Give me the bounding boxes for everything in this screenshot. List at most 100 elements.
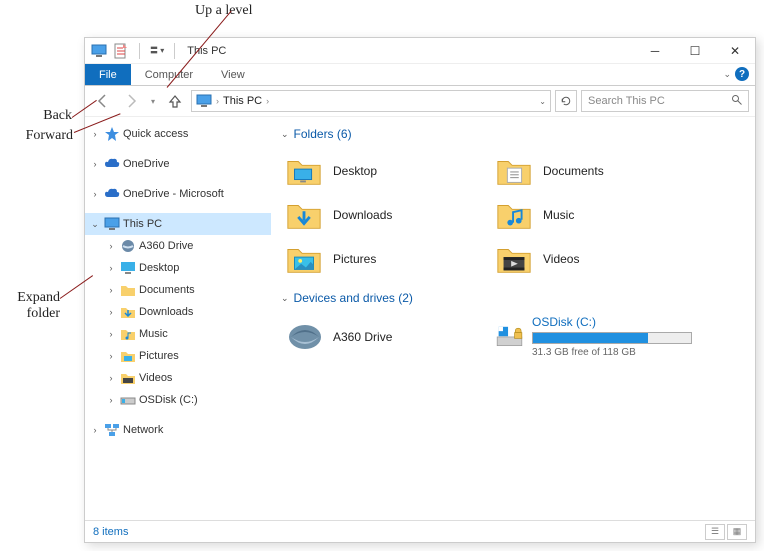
- chevron-right-icon[interactable]: ›: [105, 351, 117, 361]
- separator: [139, 43, 140, 59]
- folder-tile-documents[interactable]: Documents: [491, 149, 701, 193]
- navigation-pane: › Quick access › OneDrive › OneDrive - M…: [85, 117, 271, 520]
- chevron-right-icon[interactable]: ›: [89, 159, 101, 169]
- tile-label: Videos: [543, 252, 579, 266]
- group-header-folders[interactable]: ⌄ Folders (6): [281, 127, 745, 141]
- tile-label: Downloads: [333, 208, 392, 222]
- a360-icon: [120, 238, 136, 254]
- recent-dropdown-icon[interactable]: ▾: [147, 89, 159, 113]
- sidebar-item-a360[interactable]: › A360 Drive: [85, 235, 271, 257]
- file-explorer-window: 〓 ▾ This PC ─ ☐ ✕ File Computer View ⌄ ?…: [84, 37, 756, 543]
- chevron-right-icon[interactable]: ›: [105, 263, 117, 273]
- drive-name: OSDisk (C:): [532, 315, 692, 329]
- tree-label: Downloads: [139, 306, 193, 318]
- callout-forward: Forward: [5, 128, 73, 144]
- group-title: Folders (6): [294, 127, 352, 141]
- desktop-icon: [120, 260, 136, 276]
- sidebar-item-desktop[interactable]: › Desktop: [85, 257, 271, 279]
- search-icon: [731, 94, 743, 109]
- chevron-right-icon[interactable]: ›: [105, 241, 117, 251]
- thispc-icon: [196, 93, 212, 109]
- tab-file[interactable]: File: [85, 64, 131, 85]
- tile-label: A360 Drive: [333, 330, 392, 344]
- ribbon-tabs: File Computer View ⌄ ?: [85, 64, 755, 86]
- sidebar-item-documents[interactable]: › Documents: [85, 279, 271, 301]
- tree-label: OneDrive: [123, 158, 169, 170]
- properties-icon[interactable]: [113, 43, 129, 59]
- star-icon: [104, 126, 120, 142]
- chevron-right-icon[interactable]: ›: [89, 189, 101, 199]
- sidebar-item-quick-access[interactable]: › Quick access: [85, 123, 271, 145]
- tree-label: Music: [139, 328, 168, 340]
- chevron-down-icon[interactable]: ⌄: [89, 219, 101, 230]
- chevron-right-icon[interactable]: ›: [266, 96, 269, 106]
- view-details-button[interactable]: ☰: [705, 524, 725, 540]
- chevron-right-icon[interactable]: ›: [105, 395, 117, 405]
- a360-drive-icon: [285, 317, 325, 357]
- sidebar-item-this-pc[interactable]: ⌄ This PC: [85, 213, 271, 235]
- chevron-right-icon[interactable]: ›: [89, 129, 101, 139]
- address-bar[interactable]: › This PC › ⌄: [191, 90, 551, 112]
- sidebar-item-videos[interactable]: › Videos: [85, 367, 271, 389]
- chevron-right-icon[interactable]: ›: [105, 329, 117, 339]
- sidebar-item-osdisk[interactable]: › OSDisk (C:): [85, 389, 271, 411]
- folder-tile-music[interactable]: Music: [491, 193, 701, 237]
- cloud-icon: [104, 186, 120, 202]
- drive-usage-fill: [533, 333, 648, 343]
- sidebar-item-pictures[interactable]: › Pictures: [85, 345, 271, 367]
- minimize-button[interactable]: ─: [635, 38, 675, 63]
- folder-tile-downloads[interactable]: Downloads: [281, 193, 491, 237]
- sidebar-item-onedrive[interactable]: › OneDrive: [85, 153, 271, 175]
- search-placeholder: Search This PC: [588, 95, 665, 107]
- address-history-icon[interactable]: ⌄: [539, 97, 546, 106]
- chevron-down-icon: ⌄: [281, 129, 289, 140]
- chevron-right-icon[interactable]: ›: [105, 285, 117, 295]
- maximize-button[interactable]: ☐: [675, 38, 715, 63]
- folder-tile-pictures[interactable]: Pictures: [281, 237, 491, 281]
- view-tiles-button[interactable]: ▦: [727, 524, 747, 540]
- item-count: 8 items: [93, 526, 128, 538]
- chevron-right-icon[interactable]: ›: [105, 373, 117, 383]
- tab-view[interactable]: View: [207, 64, 259, 85]
- sidebar-item-onedrive-ms[interactable]: › OneDrive - Microsoft: [85, 183, 271, 205]
- downloads-icon: [120, 304, 136, 320]
- chevron-right-icon[interactable]: ›: [89, 425, 101, 435]
- network-icon: [104, 422, 120, 438]
- window-title: This PC: [185, 45, 226, 57]
- drive-tile-a360[interactable]: A360 Drive: [281, 313, 491, 360]
- videos-icon: [120, 370, 136, 386]
- search-input[interactable]: Search This PC: [581, 90, 749, 112]
- drive-usage-bar: [532, 332, 692, 344]
- group-header-devices[interactable]: ⌄ Devices and drives (2): [281, 291, 745, 305]
- status-bar: 8 items ☰ ▦: [85, 520, 755, 542]
- forward-button[interactable]: [119, 89, 143, 113]
- tree-label: Desktop: [139, 262, 179, 274]
- drive-icon: [120, 392, 136, 408]
- tree-label: OneDrive - Microsoft: [123, 188, 224, 200]
- tile-label: Music: [543, 208, 574, 222]
- group-title: Devices and drives (2): [294, 291, 413, 305]
- ribbon-expand-icon[interactable]: ⌄: [723, 69, 731, 80]
- help-icon[interactable]: ?: [735, 67, 749, 81]
- sidebar-item-network[interactable]: › Network: [85, 419, 271, 441]
- tree-label: Quick access: [123, 128, 188, 140]
- qat-dropdown-icon[interactable]: 〓 ▾: [150, 45, 164, 56]
- refresh-button[interactable]: [555, 90, 577, 112]
- callout-up-level: Up a level: [195, 3, 253, 19]
- sidebar-item-downloads[interactable]: › Downloads: [85, 301, 271, 323]
- up-button[interactable]: [163, 89, 187, 113]
- close-button[interactable]: ✕: [715, 38, 755, 63]
- folder-tile-videos[interactable]: Videos: [491, 237, 701, 281]
- tab-computer[interactable]: Computer: [131, 64, 207, 85]
- drive-tile-osdisk[interactable]: OSDisk (C:) 31.3 GB free of 118 GB: [491, 313, 696, 360]
- breadcrumb-segment[interactable]: This PC: [223, 95, 262, 107]
- tile-label: Documents: [543, 164, 604, 178]
- chevron-right-icon: ›: [216, 96, 219, 106]
- folder-tile-desktop[interactable]: Desktop: [281, 149, 491, 193]
- downloads-folder-icon: [285, 196, 323, 234]
- music-folder-icon: [495, 196, 533, 234]
- tree-label: Network: [123, 424, 163, 436]
- sidebar-item-music[interactable]: › Music: [85, 323, 271, 345]
- pictures-icon: [120, 348, 136, 364]
- chevron-right-icon[interactable]: ›: [105, 307, 117, 317]
